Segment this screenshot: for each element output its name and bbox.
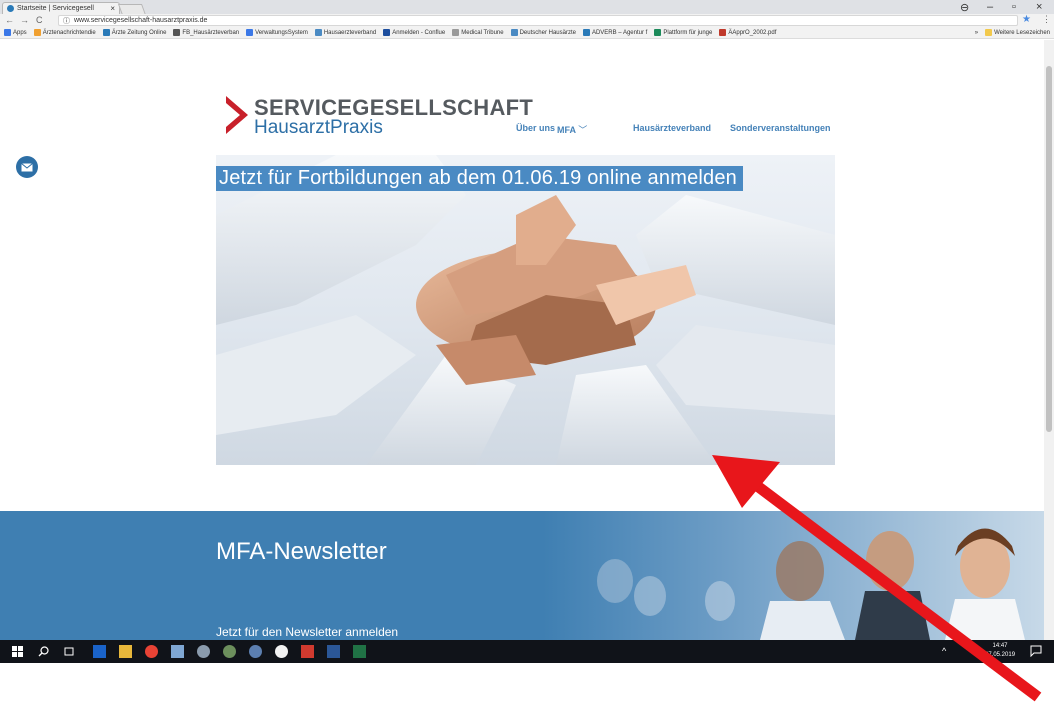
newsletter-signup-link[interactable]: Jetzt für den Newsletter anmelden — [216, 625, 398, 639]
bookmark-label: ÄApprO_2002.pdf — [728, 29, 777, 36]
word-icon[interactable] — [327, 645, 340, 658]
clock-time: 14:47 — [992, 643, 1008, 649]
bookmarks-bar: Apps Ärztenachrichtendie Ärzte Zeitung Onl… — [0, 27, 1054, 39]
bookmark-label: ADVERB – Agentur f — [591, 29, 648, 36]
site-favicon-icon — [7, 5, 14, 12]
url-text: www.servicegesellschaft-hausarztpraxis.d… — [74, 17, 208, 24]
bookmark-label: Anmelden - Conflue — [392, 29, 446, 36]
bookmark-label: Medical Tribune — [461, 29, 504, 36]
team-photo-image — [597, 528, 1025, 640]
excel-icon[interactable] — [353, 645, 366, 658]
stacked-hands-image — [216, 155, 835, 465]
browser-menu-icon[interactable]: ⋮ — [1042, 14, 1051, 25]
nav-item-label: MFA — [557, 125, 576, 135]
bookmark-favicon-icon — [582, 29, 590, 36]
search-icon[interactable] — [38, 646, 49, 657]
bookmark-item[interactable]: Hausaerzteverband — [314, 29, 377, 36]
browser-tab-active[interactable]: Startseite | Servicegesell × — [2, 2, 120, 14]
clock-date: 07.05.2019 — [985, 652, 1016, 658]
logo-subtitle[interactable]: HausarztPraxis — [254, 117, 383, 139]
nav-item-mfa[interactable]: MFA ﹀ — [557, 123, 587, 136]
forward-icon[interactable]: → — [20, 15, 29, 25]
app-icon-2[interactable] — [223, 645, 236, 658]
bookmark-item[interactable]: Ärztenachrichtendie — [33, 29, 96, 36]
folder-icon — [985, 29, 993, 36]
site-info-icon[interactable]: ⓘ — [63, 16, 70, 26]
bookmark-item[interactable]: ÄApprO_2002.pdf — [719, 29, 776, 36]
bookmark-favicon-icon — [4, 29, 11, 36]
mail-icon[interactable] — [16, 156, 38, 178]
account-icon[interactable]: ⊖ — [960, 1, 969, 14]
hero-banner[interactable]: Jetzt für Fortbildungen ab dem 01.06.19 … — [216, 166, 744, 191]
bookmark-favicon-icon — [33, 29, 41, 36]
bookmark-favicon-icon — [314, 29, 322, 36]
bookmark-label: FB_Hausärzteverban — [182, 29, 240, 36]
bookmark-favicon-icon — [654, 29, 662, 36]
bookmark-label: VerwaltungsSystem — [255, 29, 308, 36]
bookmark-label: Hausaerzteverband — [323, 29, 377, 36]
bookmark-item[interactable]: FB_Hausärzteverban — [173, 29, 239, 36]
notepad-icon[interactable] — [171, 645, 184, 658]
bookmark-item[interactable]: Deutscher Hausärzte — [510, 29, 576, 36]
bookmark-favicon-icon — [719, 29, 727, 36]
maximize-icon[interactable]: ▫ — [1012, 1, 1016, 13]
bookmark-item[interactable]: Ärzte Zeitung Online — [102, 29, 167, 36]
bookmarks-more-icon[interactable]: » — [975, 30, 978, 36]
bookmark-favicon-icon — [173, 29, 181, 36]
nav-item-hausaerzteverband[interactable]: Hausärzteverband — [633, 123, 711, 133]
bookmark-item[interactable]: VerwaltungsSystem — [246, 29, 308, 36]
chrome-icon[interactable] — [145, 645, 158, 658]
bookmark-item[interactable]: Medical Tribune — [452, 29, 504, 36]
nav-item-sonderveranstaltungen[interactable]: Sonderveranstaltungen — [730, 123, 831, 133]
bookmark-favicon-icon — [510, 29, 518, 36]
tab-close-icon[interactable]: × — [110, 4, 115, 13]
nav-item-ueber-uns[interactable]: Über uns — [516, 123, 555, 133]
back-icon[interactable]: ← — [5, 15, 14, 25]
bookmark-item[interactable]: Anmelden - Conflue — [383, 29, 445, 36]
bookmark-label: Ärzte Zeitung Online — [111, 29, 167, 36]
browser-tab-bar — [0, 0, 1054, 14]
hero-image[interactable] — [216, 155, 835, 465]
acrobat-icon[interactable] — [301, 645, 314, 658]
bookmark-favicon-icon — [452, 29, 460, 36]
bookmark-star-icon[interactable]: ★ — [1022, 14, 1031, 25]
other-bookmarks-label: Weitere Lesezeichen — [994, 29, 1050, 36]
file-explorer-icon[interactable] — [119, 645, 132, 658]
windows-taskbar — [0, 640, 1054, 663]
notifications-icon[interactable] — [1030, 645, 1042, 657]
address-bar[interactable]: ⓘ www.servicegesellschaft-hausarztpraxis… — [58, 15, 1018, 26]
bookmark-label: Plattform für junge — [663, 29, 713, 36]
chrome-icon-2[interactable] — [275, 645, 288, 658]
bookmark-favicon-icon — [246, 29, 254, 36]
bookmark-favicon-icon — [383, 29, 391, 36]
bookmark-label: Ärztenachrichtendie — [42, 29, 96, 36]
chevron-down-icon: ﹀ — [578, 125, 588, 135]
other-bookmarks-folder[interactable]: Weitere Lesezeichen — [985, 29, 1050, 36]
bookmark-label: Apps — [13, 29, 27, 36]
bookmark-item[interactable]: Apps — [4, 29, 27, 36]
bookmark-item[interactable]: ADVERB – Agentur f — [582, 29, 648, 36]
app-icon-3[interactable] — [249, 645, 262, 658]
minimize-icon[interactable]: – — [987, 1, 993, 13]
logo-chevron-icon — [226, 96, 248, 134]
taskbar-clock[interactable]: 14:47 07.05.2019 — [985, 642, 1015, 660]
windows-start-icon[interactable] — [12, 646, 23, 657]
tab-title: Startseite | Servicegesell — [17, 5, 94, 12]
scrollbar-thumb[interactable] — [1046, 66, 1052, 432]
task-view-icon[interactable] — [63, 646, 75, 657]
tray-chevron-icon[interactable]: ^ — [942, 646, 946, 656]
bookmark-favicon-icon — [102, 29, 110, 36]
close-window-icon[interactable]: × — [1036, 1, 1042, 13]
bookmark-label: Deutscher Hausärzte — [519, 29, 576, 36]
reload-icon[interactable]: C — [36, 15, 43, 25]
outlook-icon[interactable] — [93, 645, 106, 658]
app-icon-1[interactable] — [197, 645, 210, 658]
newsletter-title: MFA-Newsletter — [216, 538, 387, 565]
newsletter-section — [0, 511, 1044, 640]
bookmark-item[interactable]: Plattform für junge — [654, 29, 712, 36]
